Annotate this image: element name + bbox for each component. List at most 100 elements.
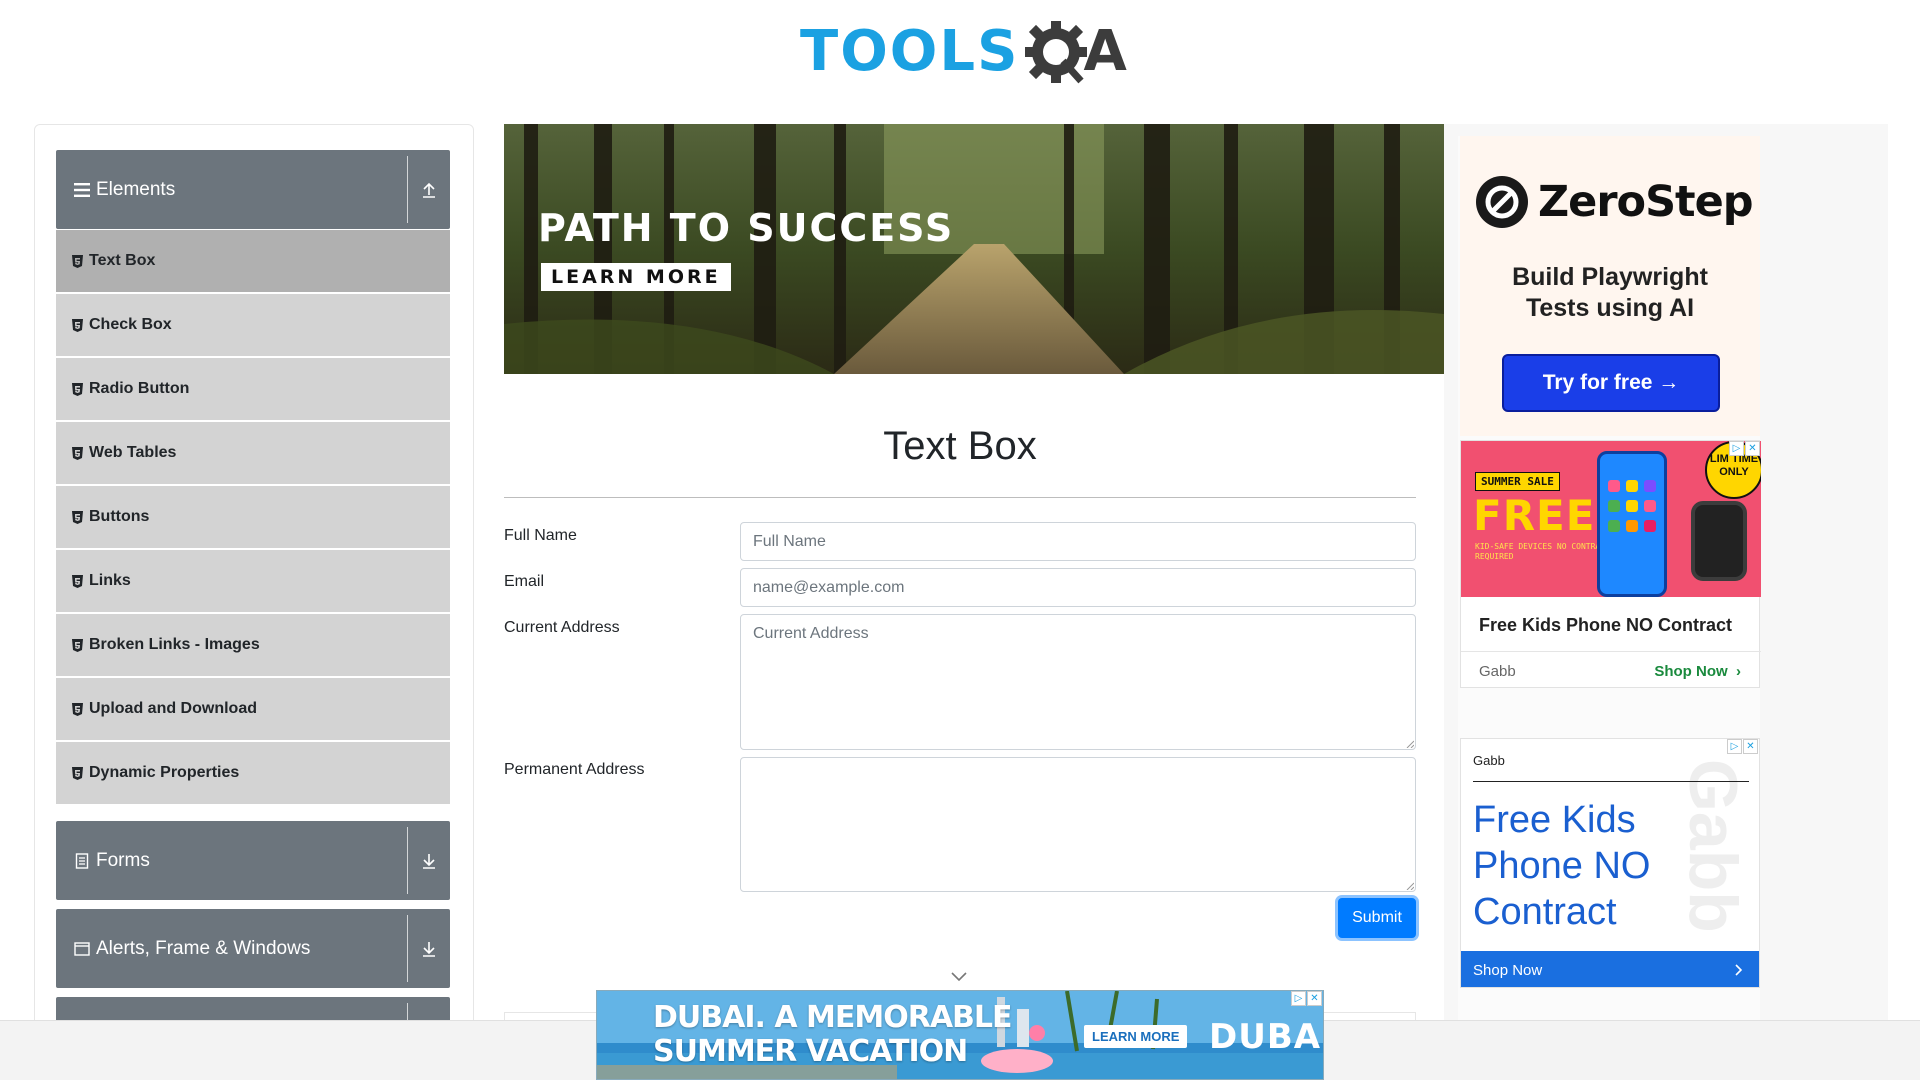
zerostep-logo: ZeroStep: [1476, 176, 1754, 228]
smartwatch-image: [1691, 501, 1747, 581]
ad-title: Free Kids Phone NO Contract: [1479, 615, 1733, 635]
divider: [407, 827, 408, 894]
gabb-ad-image: SUMMER SALE FREE KID-SAFE DEVICES NO CON…: [1461, 441, 1761, 597]
adchoices-icon[interactable]: ▷: [1729, 441, 1744, 456]
collapse-up-icon[interactable]: [416, 150, 442, 229]
document-icon: [74, 852, 90, 869]
sidebar-item-upload-download[interactable]: Upload and Download: [56, 678, 450, 740]
gabb-ad-card[interactable]: SUMMER SALE FREE KID-SAFE DEVICES NO CON…: [1460, 440, 1761, 688]
sidebar-item-buttons[interactable]: Buttons: [56, 486, 450, 548]
zerostep-logo-icon: [1476, 176, 1528, 228]
shop-now-label: Shop Now: [1473, 961, 1543, 979]
divider: [407, 915, 408, 982]
zerostep-name: ZeroStep: [1538, 177, 1754, 227]
ad-choices[interactable]: ▷ ✕: [1727, 739, 1759, 754]
expand-down-icon[interactable]: [416, 909, 442, 988]
zerostep-tagline: Build Playwright Tests using AI: [1460, 262, 1760, 324]
divider: [504, 497, 1416, 498]
permanent-address-input[interactable]: [740, 757, 1416, 892]
html5-icon: [72, 574, 83, 588]
sidebar-item-text-box[interactable]: Text Box: [56, 230, 450, 292]
banner-ad[interactable]: PATH TO SUCCESS LEARN MORE: [504, 124, 1444, 374]
sidebar-item-links[interactable]: Links: [56, 550, 450, 612]
shop-now-link[interactable]: Shop Now ›: [1654, 663, 1741, 680]
html5-icon: [72, 766, 83, 780]
sidebar-item-dynamic-properties[interactable]: Dynamic Properties: [56, 742, 450, 804]
resize-grip-icon[interactable]: [1406, 882, 1414, 890]
permanent-address-label: Permanent Address: [504, 761, 645, 778]
sidebar: Elements Text Box Check Box Radio Button…: [34, 124, 474, 1054]
learn-more-button[interactable]: LEARN MORE: [541, 263, 731, 291]
sidebar-item-label: Text Box: [89, 252, 156, 269]
logo-text-tools: TOOLS: [800, 19, 1020, 84]
sidebar-item-broken-links[interactable]: Broken Links - Images: [56, 614, 450, 676]
adchoices-icon[interactable]: ▷: [1291, 991, 1306, 1006]
chevron-down-icon[interactable]: [950, 970, 968, 982]
adchoices-icon[interactable]: ▷: [1727, 739, 1742, 754]
sidebar-item-label: Broken Links - Images: [89, 636, 260, 653]
ad-choices[interactable]: ▷ ✕: [1291, 991, 1323, 1006]
submit-button[interactable]: Submit: [1338, 898, 1416, 938]
group-label: Forms: [96, 849, 150, 871]
resize-grip-icon[interactable]: [1406, 740, 1414, 748]
sidebar-item-label: Upload and Download: [89, 700, 257, 717]
ad-headline: Free Kids Phone NO Contract: [1473, 799, 1651, 933]
html5-icon: [72, 702, 83, 716]
email-input[interactable]: [740, 568, 1416, 607]
logo-text-a: A: [1083, 19, 1127, 84]
zerostep-ad[interactable]: ZeroStep Build Playwright Tests using AI…: [1460, 136, 1760, 436]
sidebar-item-radio-button[interactable]: Radio Button: [56, 358, 450, 420]
shop-now-label: Shop Now: [1654, 663, 1728, 680]
phone-image: [1597, 451, 1667, 597]
close-icon[interactable]: ✕: [1743, 739, 1758, 754]
free-headline: FREE: [1473, 491, 1596, 540]
close-icon[interactable]: ✕: [1307, 991, 1322, 1006]
page: TOOLS A Elements Text Box Check Box Radi…: [0, 0, 1920, 1080]
tagline-line: Tests using AI: [1525, 294, 1695, 322]
sidebar-item-label: Radio Button: [89, 380, 190, 397]
ad-brand: Gabb: [1479, 663, 1516, 680]
chevron-right-icon: ›: [1731, 663, 1741, 680]
shop-now-bar[interactable]: Shop Now: [1461, 951, 1759, 987]
divider: [407, 156, 408, 223]
group-header-elements[interactable]: Elements: [56, 150, 450, 229]
html5-icon: [72, 382, 83, 396]
divider: [1473, 781, 1749, 782]
group-label: Alerts, Frame & Windows: [96, 937, 311, 959]
page-title: Text Box: [883, 424, 1037, 468]
expand-down-icon[interactable]: [416, 821, 442, 900]
email-label: Email: [504, 573, 545, 590]
sidebar-item-web-tables[interactable]: Web Tables: [56, 422, 450, 484]
fine-print: KID-SAFE DEVICES NO CONTRACT REQUIRED: [1475, 542, 1610, 561]
tagline-line: Build Playwright: [1512, 263, 1708, 291]
current-address-label: Current Address: [504, 619, 620, 636]
html5-icon: [72, 254, 83, 268]
toolsqa-logo[interactable]: TOOLS A: [800, 14, 1127, 90]
full-name-label: Full Name: [504, 527, 577, 544]
current-address-input[interactable]: [740, 614, 1416, 750]
try-for-free-button[interactable]: Try for free →: [1502, 354, 1720, 412]
divider: [1461, 651, 1761, 652]
sidebar-item-label: Check Box: [89, 316, 172, 333]
html5-icon: [72, 446, 83, 460]
headline-line: DUBAI. A MEMORABLE: [653, 1000, 1013, 1035]
full-name-input[interactable]: [740, 522, 1416, 561]
ad-brand: Gabb: [1473, 753, 1505, 768]
group-label: Elements: [96, 178, 176, 200]
sidebar-item-check-box[interactable]: Check Box: [56, 294, 450, 356]
gear-q-icon: [1023, 19, 1089, 85]
ad-choices[interactable]: ▷ ✕: [1729, 441, 1761, 456]
headline-line: SUMMER VACATION: [653, 1034, 968, 1069]
sticky-headline: DUBAI. A MEMORABLE SUMMER VACATION: [653, 1000, 1013, 1069]
sidebar-item-label: Links: [89, 572, 131, 589]
html5-icon: [72, 318, 83, 332]
close-icon[interactable]: ✕: [1745, 441, 1760, 456]
dubai-logo: DUBAI: [1209, 1017, 1324, 1057]
learn-more-button[interactable]: LEARN MORE: [1084, 1025, 1188, 1048]
sidebar-item-label: Buttons: [89, 508, 150, 525]
dubai-sticky-ad[interactable]: DUBAI. A MEMORABLE SUMMER VACATION LEARN…: [596, 990, 1324, 1080]
group-header-alerts[interactable]: Alerts, Frame & Windows: [56, 909, 450, 988]
gabb-text-ad[interactable]: Gabb Gabb Free Kids Phone NO Contract Sh…: [1460, 738, 1760, 988]
group-header-forms[interactable]: Forms: [56, 821, 450, 900]
hamburger-icon: [74, 182, 90, 197]
